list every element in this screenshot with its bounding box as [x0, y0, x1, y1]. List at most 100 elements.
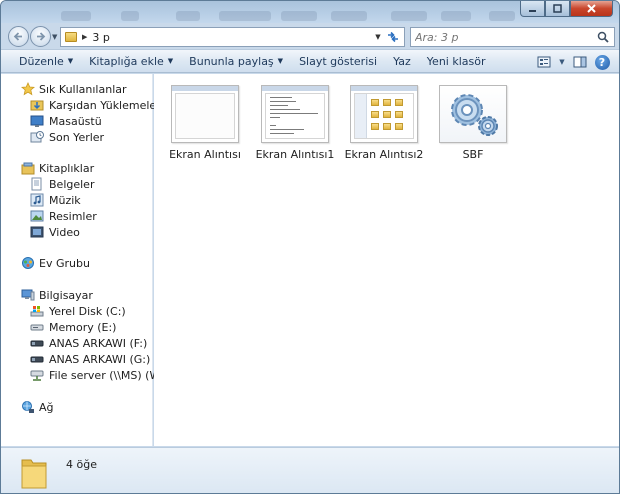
- sidebar-item-drive-f[interactable]: ANAS ARKAWI (F:): [30, 335, 147, 351]
- close-button[interactable]: [570, 1, 613, 17]
- network-icon: [21, 400, 35, 414]
- burn-button[interactable]: Yaz: [385, 49, 419, 73]
- sidebar-item-drive-e[interactable]: Memory (E:): [30, 319, 116, 335]
- search-box[interactable]: [410, 27, 615, 47]
- sidebar-item-label: ANAS ARKAWI (F:): [49, 336, 148, 350]
- close-icon: [587, 4, 596, 13]
- preview-pane-button[interactable]: [569, 53, 591, 71]
- file-name: Ekran Alıntısı2: [344, 148, 424, 161]
- file-item[interactable]: Ekran Alıntısı1: [253, 85, 337, 161]
- forward-arrow-icon: [37, 32, 46, 41]
- recent-pages-dropdown[interactable]: ▼: [52, 33, 57, 41]
- view-options-dropdown[interactable]: ▼: [555, 53, 569, 71]
- view-controls: ▼ ?: [533, 53, 613, 71]
- file-list[interactable]: Ekran Alıntısı Ekran Alıntısı1 Ekran Alı…: [154, 74, 619, 446]
- refresh-icon[interactable]: [384, 29, 402, 45]
- file-item[interactable]: SBF: [431, 85, 515, 161]
- search-icon[interactable]: [597, 31, 609, 43]
- title-bar-blur: [391, 11, 427, 21]
- sidebar-item-favorites[interactable]: Sık Kullanılanlar: [21, 81, 127, 97]
- change-view-button[interactable]: [533, 53, 555, 71]
- window-controls: [520, 1, 613, 17]
- sidebar-item-label: Karşıdan Yüklemeler: [49, 98, 161, 112]
- libraries-icon: [21, 161, 35, 175]
- navigation-pane: Sık Kullanılanlar Karşıdan Yüklemeler Ma…: [1, 74, 168, 446]
- desktop-icon: [30, 114, 44, 128]
- file-name: Ekran Alıntısı: [169, 148, 241, 161]
- share-with-label: Bununla paylaş: [189, 54, 274, 68]
- sidebar-item-label: Ev Grubu: [39, 256, 90, 270]
- code-screenshot-thumbnail-icon: [261, 85, 329, 143]
- sidebar-item-homegroup[interactable]: Ev Grubu: [21, 255, 90, 271]
- add-to-library-label: Kitaplığa ekle: [89, 54, 164, 68]
- title-bar-blur: [441, 11, 471, 21]
- sidebar-item-downloads[interactable]: Karşıdan Yüklemeler: [30, 97, 161, 113]
- back-button[interactable]: [8, 26, 29, 47]
- sidebar-item-label: Ağ: [39, 400, 54, 414]
- documents-icon: [30, 177, 44, 191]
- usb-drive-icon: [30, 336, 44, 350]
- maximize-icon: [553, 4, 562, 13]
- back-arrow-icon: [13, 32, 22, 41]
- address-bar[interactable]: ▶ 3 p ▼: [60, 27, 405, 47]
- star-icon: [21, 82, 35, 96]
- add-to-library-button[interactable]: Kitaplığa ekle ▼: [81, 49, 181, 73]
- sidebar-item-label: Yerel Disk (C:): [49, 304, 126, 318]
- breadcrumb-current[interactable]: 3 p: [92, 31, 109, 44]
- music-icon: [30, 193, 44, 207]
- organize-button[interactable]: Düzenle ▼: [11, 49, 81, 73]
- maximize-button[interactable]: [545, 1, 570, 17]
- sidebar-item-videos[interactable]: Video: [30, 224, 80, 240]
- downloads-folder-icon: [30, 98, 44, 112]
- address-history-dropdown[interactable]: ▼: [372, 33, 384, 41]
- slideshow-button[interactable]: Slayt gösterisi: [291, 49, 385, 73]
- homegroup-icon: [21, 256, 35, 270]
- slideshow-label: Slayt gösterisi: [299, 54, 378, 68]
- view-icon: [537, 56, 551, 68]
- command-bar: Düzenle ▼ Kitaplığa ekle ▼ Bununla paylaş ▼…: [1, 49, 619, 73]
- address-row: ▼ ▶ 3 p ▼: [1, 23, 619, 49]
- title-bar-blur: [489, 11, 515, 21]
- recent-places-icon: [30, 130, 44, 144]
- sidebar-item-desktop[interactable]: Masaüstü: [30, 113, 102, 129]
- breadcrumb-separator-icon[interactable]: ▶: [82, 33, 87, 41]
- sidebar-item-label: Sık Kullanılanlar: [39, 82, 127, 96]
- help-button[interactable]: ?: [591, 53, 613, 71]
- folder-icon: [21, 459, 47, 489]
- sidebar-item-label: File server (\\MS) (W:): [49, 368, 168, 382]
- video-icon: [30, 225, 44, 239]
- help-icon: ?: [594, 54, 610, 70]
- share-with-button[interactable]: Bununla paylaş ▼: [181, 49, 291, 73]
- minimize-button[interactable]: [520, 1, 545, 17]
- forward-button[interactable]: [30, 26, 51, 47]
- sidebar-item-computer[interactable]: Bilgisayar: [21, 287, 93, 303]
- sidebar-item-pictures[interactable]: Resimler: [30, 208, 97, 224]
- sidebar-item-network[interactable]: Ağ: [21, 399, 54, 415]
- sidebar-item-drive-g[interactable]: ANAS ARKAWI (G:): [30, 351, 150, 367]
- sidebar-item-label: Video: [49, 225, 80, 239]
- file-item[interactable]: Ekran Alıntısı2: [342, 85, 426, 161]
- sidebar-item-label: Son Yerler: [49, 130, 105, 144]
- gear-icon: [439, 85, 507, 143]
- search-input[interactable]: [415, 30, 590, 44]
- sidebar-item-music[interactable]: Müzik: [30, 192, 81, 208]
- minimize-icon: [529, 10, 536, 12]
- file-item[interactable]: Ekran Alıntısı: [163, 85, 247, 161]
- sidebar-item-label: Masaüstü: [49, 114, 102, 128]
- new-folder-label: Yeni klasör: [426, 54, 486, 68]
- sidebar-item-documents[interactable]: Belgeler: [30, 176, 94, 192]
- new-folder-button[interactable]: Yeni klasör: [419, 49, 494, 73]
- sidebar-item-recent-places[interactable]: Son Yerler: [30, 129, 104, 145]
- title-bar-blur: [281, 11, 317, 21]
- folder-icon: [65, 32, 77, 42]
- sidebar-item-libraries[interactable]: Kitaplıklar: [21, 160, 94, 176]
- usb-drive-icon: [30, 352, 44, 366]
- sidebar-item-drive-c[interactable]: Yerel Disk (C:): [30, 303, 126, 319]
- sidebar-item-label: Kitaplıklar: [39, 161, 95, 175]
- title-bar-blur: [331, 11, 367, 21]
- pictures-icon: [30, 209, 44, 223]
- sidebar-item-drive-w[interactable]: File server (\\MS) (W:): [30, 367, 168, 383]
- file-name: Ekran Alıntısı1: [255, 148, 335, 161]
- sidebar-item-label: ANAS ARKAWI (G:): [49, 352, 151, 366]
- sidebar-item-label: Bilgisayar: [39, 288, 93, 302]
